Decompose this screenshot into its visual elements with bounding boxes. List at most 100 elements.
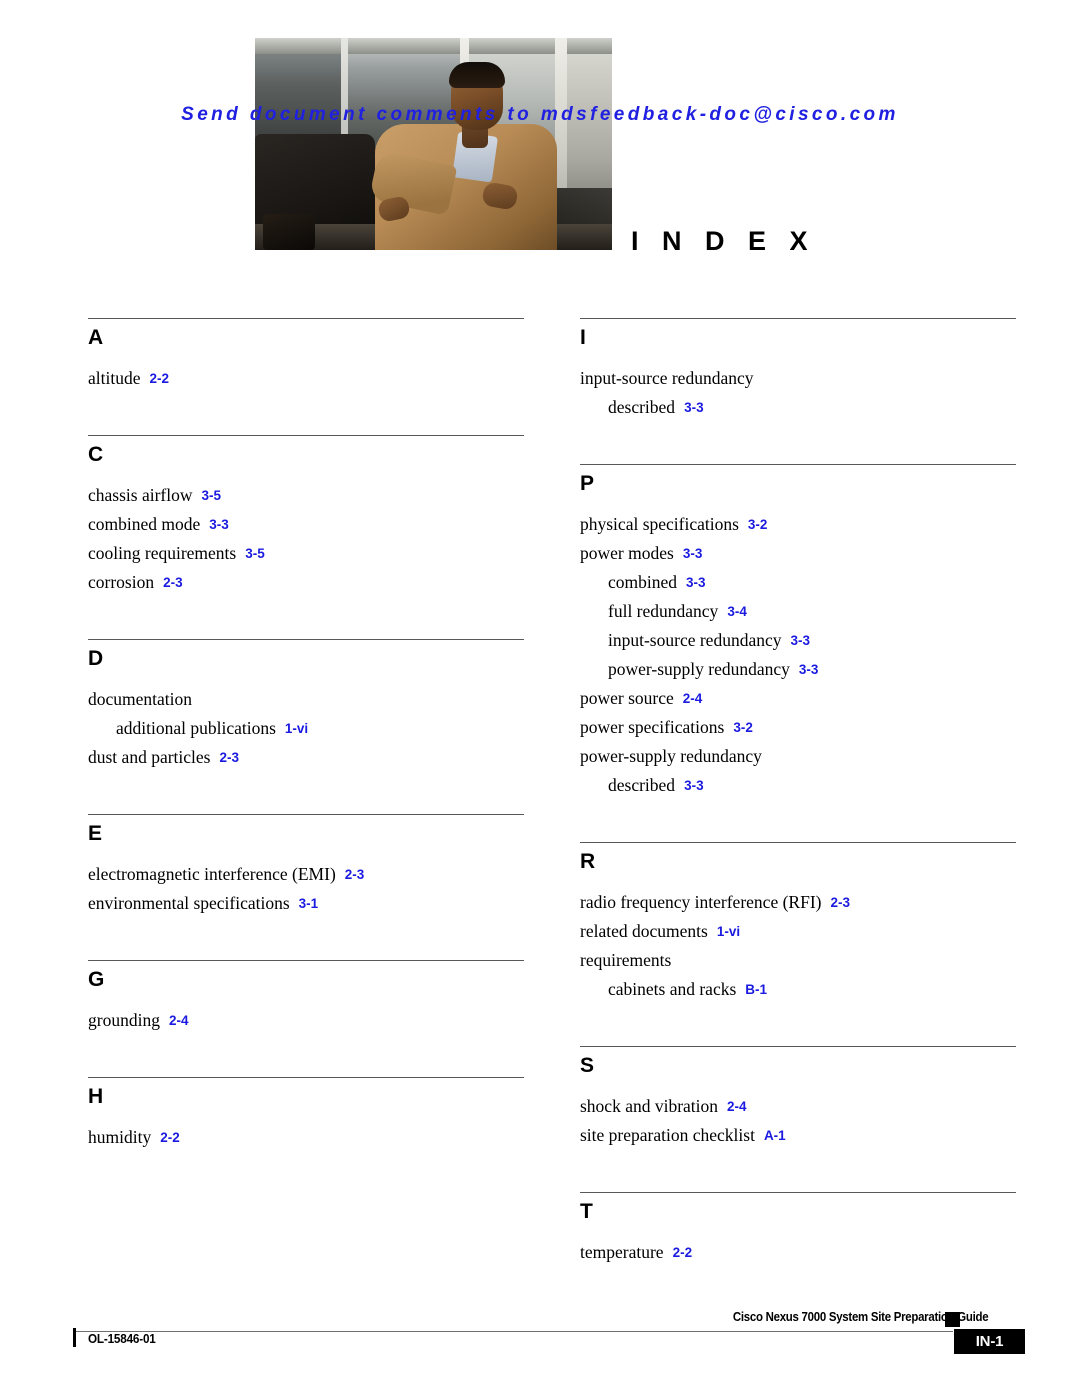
letter-block: Ttemperature 2-2 (580, 1192, 1016, 1309)
index-entry-term: combined mode (88, 514, 201, 534)
index-page-reference[interactable]: 2-2 (149, 371, 169, 386)
index-page-reference[interactable]: 2-3 (345, 867, 365, 882)
index-page-reference[interactable]: 3-3 (684, 778, 704, 793)
letter-block: Pphysical specifications 3-2 power modes 3-… (580, 464, 1016, 842)
footer-rule (73, 1331, 953, 1332)
index-entry-term: power-supply redundancy (608, 659, 790, 679)
index-page-reference[interactable]: 3-3 (209, 517, 229, 532)
index-entry-term: grounding (88, 1010, 160, 1030)
letter-heading-r: R (580, 850, 596, 873)
index-page-reference[interactable]: 1-vi (285, 721, 308, 736)
index-entry-term: documentation (88, 689, 193, 709)
index-entry: site preparation checklist A-1 (580, 1125, 1016, 1156)
footer-document-id: OL-15846-01 (88, 1331, 156, 1346)
footer-tick-mark (73, 1328, 76, 1347)
index-page-reference[interactable]: 2-3 (219, 750, 239, 765)
index-entry-term: related documents (580, 921, 708, 941)
index-column-left: Aaltitude 2-2 Cchassis airflow 3-5 combined … (88, 318, 524, 1194)
index-page-reference[interactable]: 3-5 (245, 546, 265, 561)
index-entry: altitude 2-2 (88, 369, 524, 399)
index-page-reference[interactable]: 3-2 (733, 720, 753, 735)
index-page-reference[interactable]: 3-3 (684, 400, 704, 415)
index-page-reference[interactable]: 2-4 (683, 691, 703, 706)
index-entry: electromagnetic interference (EMI) 2-3 (88, 865, 524, 895)
index-entry-term: described (608, 397, 676, 417)
index-entry: requirements (580, 951, 1016, 981)
header-photo (255, 38, 612, 250)
index-entry: power specifications 3-2 (580, 718, 1016, 748)
index-page-reference[interactable]: 3-1 (299, 896, 319, 911)
index-page-reference[interactable]: 3-5 (202, 488, 222, 503)
index-subentry: input-source redundancy 3-3 (580, 631, 1016, 661)
index-page-reference[interactable]: 3-3 (686, 575, 706, 590)
index-entry: radio frequency interference (RFI) 2-3 (580, 892, 1016, 923)
index-page-reference[interactable]: 2-2 (673, 1245, 693, 1260)
index-entry: power-supply redundancy (580, 747, 1016, 777)
index-entry-term: site preparation checklist (580, 1125, 755, 1145)
index-page-reference[interactable]: 3-3 (790, 633, 810, 648)
index-entry-term: humidity (88, 1127, 152, 1147)
page-title: I N D E X (631, 226, 816, 256)
index-entry-term: power modes (580, 543, 674, 563)
index-page-reference[interactable]: 3-3 (799, 662, 819, 677)
index-entry: grounding 2-4 (88, 1010, 524, 1041)
letter-block: Aaltitude 2-2 (88, 318, 524, 435)
letter-heading-a: A (88, 326, 104, 349)
index-entry-term: combined (608, 572, 678, 592)
letter-heading-p: P (580, 472, 595, 495)
index-page-reference[interactable]: B-1 (745, 982, 767, 997)
index-entry-term: dust and particles (88, 747, 211, 767)
index-page-reference[interactable]: 2-4 (727, 1099, 747, 1114)
footer-marker-square (945, 1312, 960, 1327)
index-entry-term: corrosion (88, 572, 155, 592)
letter-heading-h: H (88, 1085, 104, 1108)
photo-person-hair (449, 62, 505, 88)
index-page-reference[interactable]: 1-vi (717, 924, 740, 939)
page-header: Send document comments to mdsfeedback-do… (0, 0, 1080, 280)
index-entry-term: radio frequency interference (RFI) (580, 892, 822, 912)
index-entry-term: input-source redundancy (580, 368, 754, 388)
letter-block: Ddocumentation additional publications 1-v… (88, 639, 524, 814)
index-entry: physical specifications 3-2 (580, 515, 1016, 545)
index-subentry: described 3-3 (580, 397, 1016, 428)
letter-heading-g: G (88, 968, 105, 991)
letter-heading-s: S (580, 1054, 595, 1077)
letter-block: Eelectromagnetic interference (EMI) 2-3 en… (88, 814, 524, 960)
index-entry: chassis airflow 3-5 (88, 486, 524, 516)
index-entry-term: additional publications (116, 718, 276, 738)
index-entry: corrosion 2-3 (88, 572, 524, 603)
index-entry-term: shock and vibration (580, 1096, 719, 1116)
index-subentry: combined 3-3 (580, 572, 1016, 603)
index-subentry: additional publications 1-vi (88, 718, 524, 749)
index-entry: cooling requirements 3-5 (88, 543, 524, 574)
index-entry: dust and particles 2-3 (88, 747, 524, 778)
index-entry: power modes 3-3 (580, 543, 1016, 574)
index-page-reference[interactable]: 2-3 (163, 575, 183, 590)
letter-heading-e: E (88, 822, 103, 845)
index-entry-term: environmental specifications (88, 893, 290, 913)
index-page-reference[interactable]: 3-4 (727, 604, 747, 619)
letter-heading-t: T (580, 1200, 593, 1223)
index-page-reference[interactable]: A-1 (764, 1128, 786, 1143)
index-subentry: cabinets and racks B-1 (580, 980, 1016, 1010)
letter-block: Sshock and vibration 2-4 site preparation … (580, 1046, 1016, 1192)
index-page-reference[interactable]: 3-2 (748, 517, 768, 532)
footer-page-number: IN-1 (954, 1329, 1025, 1354)
index-subentry: full redundancy 3-4 (580, 602, 1016, 632)
index-page-reference[interactable]: 3-3 (683, 546, 703, 561)
index-page-reference[interactable]: 2-2 (160, 1130, 180, 1145)
index-entry: combined mode 3-3 (88, 514, 524, 545)
index-entry: related documents 1-vi (580, 921, 1016, 952)
index-page-reference[interactable]: 2-4 (169, 1013, 189, 1028)
index-entry-term: cooling requirements (88, 543, 237, 563)
index-entry-term: described (608, 775, 676, 795)
index-entry: input-source redundancy (580, 368, 1016, 399)
index-page-reference[interactable]: 2-3 (830, 895, 850, 910)
